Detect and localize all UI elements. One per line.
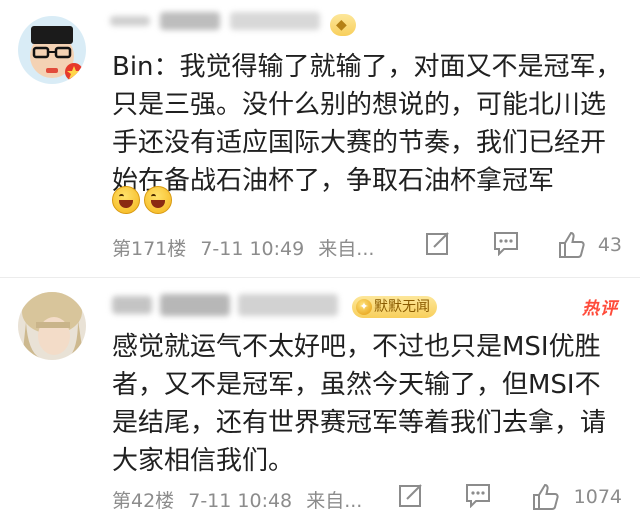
comment-date: 7-11 10:48 [188, 490, 293, 512]
edit-icon[interactable] [398, 482, 424, 508]
comment-item: ◆ Bin：我觉得输了就输了，对面又不是冠军，只是三强。没什么别的想说的，可能北… [0, 0, 640, 278]
floor-number: 第42楼 [112, 490, 175, 512]
badge-label: 默默无闻 [374, 299, 430, 315]
emoji-row [112, 186, 176, 218]
comment-icon[interactable] [464, 482, 492, 508]
username-blurred[interactable] [110, 10, 335, 32]
divider [0, 277, 640, 278]
comment-date: 7-11 10:49 [200, 238, 305, 260]
comment-source: 来自... [306, 490, 363, 512]
username-blurred[interactable] [112, 292, 352, 320]
comment-text: 感觉就运气不太好吧，不过也只是MSI优胜者，又不是冠军，虽然今天输了，但MSI不… [112, 332, 607, 476]
level-badge: ✦ 默默无闻 [352, 296, 437, 318]
avatar[interactable] [18, 16, 86, 84]
comment-item: ✦ 默默无闻 热评 感觉就运气不太好吧，不过也只是MSI优胜者，又不是冠军，虽然… [0, 280, 640, 521]
comment-text: Bin：我觉得输了就输了，对面又不是冠军，只是三强。没什么别的想说的，可能北川选… [112, 52, 622, 196]
comment-meta: 第42楼 7-11 10:48 来自... [112, 486, 370, 513]
level-badge: ◆ [330, 14, 356, 36]
edit-icon[interactable] [425, 230, 451, 256]
hot-comment-tag: 热评 [582, 299, 618, 319]
like-count: 43 [597, 234, 622, 256]
like-icon[interactable] [556, 230, 586, 260]
badge-gem-icon: ✦ [356, 299, 372, 315]
badge-icon: ◆ [336, 17, 347, 33]
comment-icon[interactable] [492, 230, 520, 256]
like-icon[interactable] [530, 482, 560, 512]
laughing-emoji-icon [144, 186, 172, 214]
laughing-emoji-icon [112, 186, 140, 214]
comment-meta: 第171楼 7-11 10:49 来自... [112, 234, 382, 261]
floor-number: 第171楼 [112, 238, 187, 260]
like-count: 1074 [573, 486, 622, 508]
avatar[interactable] [18, 292, 86, 360]
comment-source: 来自... [318, 238, 375, 260]
